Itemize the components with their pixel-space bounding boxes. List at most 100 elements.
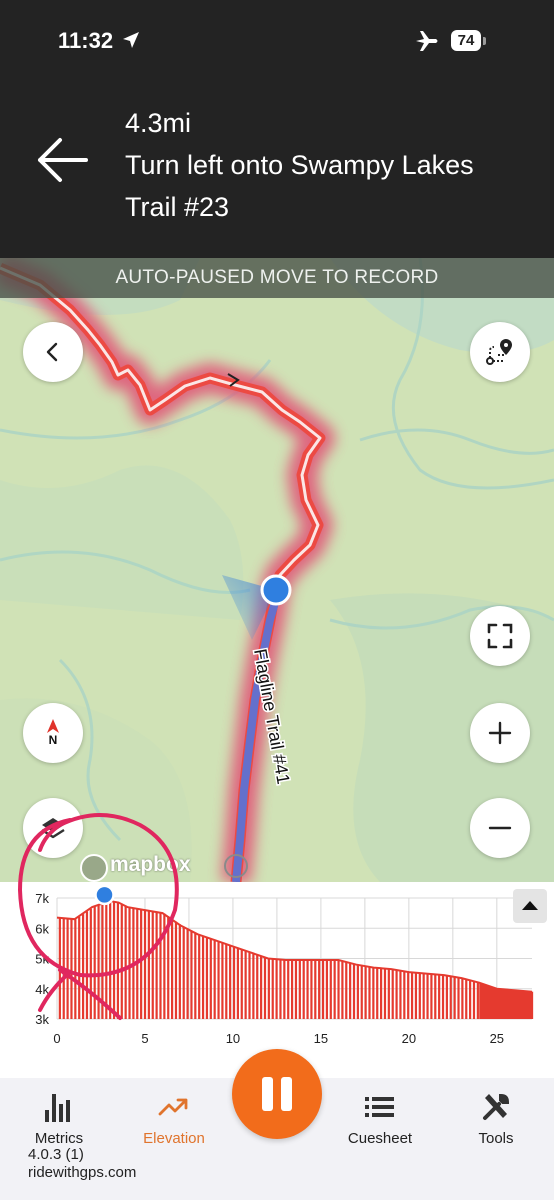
elevation-bar xyxy=(391,969,394,1019)
elevation-bar xyxy=(395,969,398,1019)
elevation-bar xyxy=(283,959,286,1019)
route-overview-button[interactable] xyxy=(470,322,530,382)
compass-icon: N xyxy=(47,719,59,747)
battery-tip xyxy=(483,37,486,45)
elevation-bar xyxy=(229,945,232,1019)
bar-chart-icon xyxy=(45,1094,70,1122)
elevation-bar xyxy=(310,960,313,1019)
pause-icon xyxy=(262,1077,292,1111)
elevation-bar xyxy=(387,968,390,1019)
list-icon xyxy=(365,1097,394,1117)
elevation-bar xyxy=(441,974,445,1019)
elevation-bar xyxy=(372,967,375,1019)
x-tick-label: 10 xyxy=(226,1031,240,1046)
pause-button[interactable] xyxy=(232,1049,322,1139)
elevation-bar xyxy=(422,973,425,1019)
elevation-bar xyxy=(356,964,359,1019)
x-tick-label: 0 xyxy=(53,1031,60,1046)
elevation-bar xyxy=(267,958,270,1019)
elevation-bar xyxy=(201,935,205,1019)
tab-tools-label: Tools xyxy=(478,1130,514,1147)
elevation-bar xyxy=(329,960,332,1019)
current-location-dot xyxy=(260,574,292,606)
minus-icon xyxy=(488,826,512,830)
elevation-bar xyxy=(380,968,383,1019)
tab-elevation-label: Elevation xyxy=(143,1130,205,1147)
elevation-bar xyxy=(256,954,259,1019)
tab-cuesheet-label: Cuesheet xyxy=(347,1130,413,1147)
turn-instruction: 4.3mi Turn left onto Swampy Lakes Trail … xyxy=(125,102,545,228)
elevation-bar xyxy=(407,971,410,1019)
elevation-bar xyxy=(321,960,325,1019)
map-back-button[interactable] xyxy=(23,322,83,382)
elevation-bar xyxy=(248,951,251,1019)
chevron-left-icon xyxy=(46,342,58,362)
elevation-bar xyxy=(410,972,414,1019)
elevation-bar xyxy=(445,975,448,1019)
elevation-bar xyxy=(364,966,367,1019)
elevation-bar xyxy=(414,972,418,1019)
elevation-bar xyxy=(244,950,247,1019)
elevation-bar xyxy=(430,973,433,1019)
auto-pause-banner: AUTO-PAUSED MOVE TO RECORD xyxy=(0,258,554,298)
elevation-bar xyxy=(217,941,220,1019)
elevation-bar xyxy=(225,943,228,1019)
elevation-bar xyxy=(333,960,336,1019)
back-arrow-icon[interactable] xyxy=(34,136,90,184)
elevation-bar xyxy=(314,960,317,1019)
airplane-icon xyxy=(416,31,438,51)
status-time: 11:32 xyxy=(58,28,114,53)
compass-button[interactable]: N xyxy=(23,703,83,763)
x-tick-label: 15 xyxy=(314,1031,328,1046)
elevation-bar xyxy=(403,971,406,1019)
elevation-bar xyxy=(345,961,348,1019)
elevation-bar xyxy=(213,939,216,1019)
collapse-chart-button[interactable] xyxy=(513,889,547,923)
annotation-scribble xyxy=(17,813,179,1020)
elevation-bar xyxy=(236,947,239,1019)
distance-to-turn: 4.3mi xyxy=(125,108,192,138)
elevation-bar xyxy=(337,960,340,1019)
version-number: 4.0.3 (1) xyxy=(28,1146,84,1163)
elevation-bar xyxy=(465,979,468,1019)
elevation-bar xyxy=(318,960,321,1019)
elevation-bar xyxy=(232,946,236,1019)
route-pin-icon xyxy=(486,339,512,365)
elevation-bar xyxy=(240,949,243,1019)
battery-indicator: 74 xyxy=(451,30,481,51)
trending-up-icon xyxy=(158,1098,188,1116)
zoom-out-button[interactable] xyxy=(470,798,530,858)
plus-icon xyxy=(488,721,512,745)
elevation-bar xyxy=(469,980,472,1019)
x-tick-label: 20 xyxy=(402,1031,416,1046)
x-tick-label: 25 xyxy=(490,1031,504,1046)
location-arrow-icon xyxy=(123,32,139,48)
tools-icon xyxy=(483,1093,510,1120)
elevation-bar xyxy=(352,963,356,1019)
elevation-bar xyxy=(360,965,363,1019)
elevation-bar xyxy=(476,982,479,1019)
zoom-in-button[interactable] xyxy=(470,703,530,763)
elevation-bar xyxy=(434,974,437,1019)
elevation-bar xyxy=(205,937,209,1019)
elevation-bar xyxy=(418,972,421,1019)
elevation-bar xyxy=(302,960,305,1019)
elevation-bar xyxy=(376,967,379,1019)
elevation-bar xyxy=(279,959,282,1019)
elevation-bar xyxy=(298,960,301,1019)
fullscreen-button[interactable] xyxy=(470,606,530,666)
elevation-bar xyxy=(209,938,212,1019)
elevation-bar xyxy=(426,973,429,1019)
elevation-bar xyxy=(252,953,255,1019)
website-link: ridewithgps.com xyxy=(28,1164,137,1181)
elevation-bar xyxy=(368,966,371,1019)
version-info: 4.0.3 (1) ridewithgps.com xyxy=(28,1146,136,1182)
elevation-bar xyxy=(221,942,224,1019)
elevation-bar xyxy=(263,957,267,1019)
instruction-line-2: Trail #23 xyxy=(125,192,230,222)
triangle-up-icon xyxy=(522,901,538,910)
elevation-bar xyxy=(349,962,352,1019)
elevation-bar xyxy=(461,978,464,1019)
instruction-line-1: Turn left onto Swampy Lakes xyxy=(125,150,474,180)
elevation-bar xyxy=(383,968,387,1019)
